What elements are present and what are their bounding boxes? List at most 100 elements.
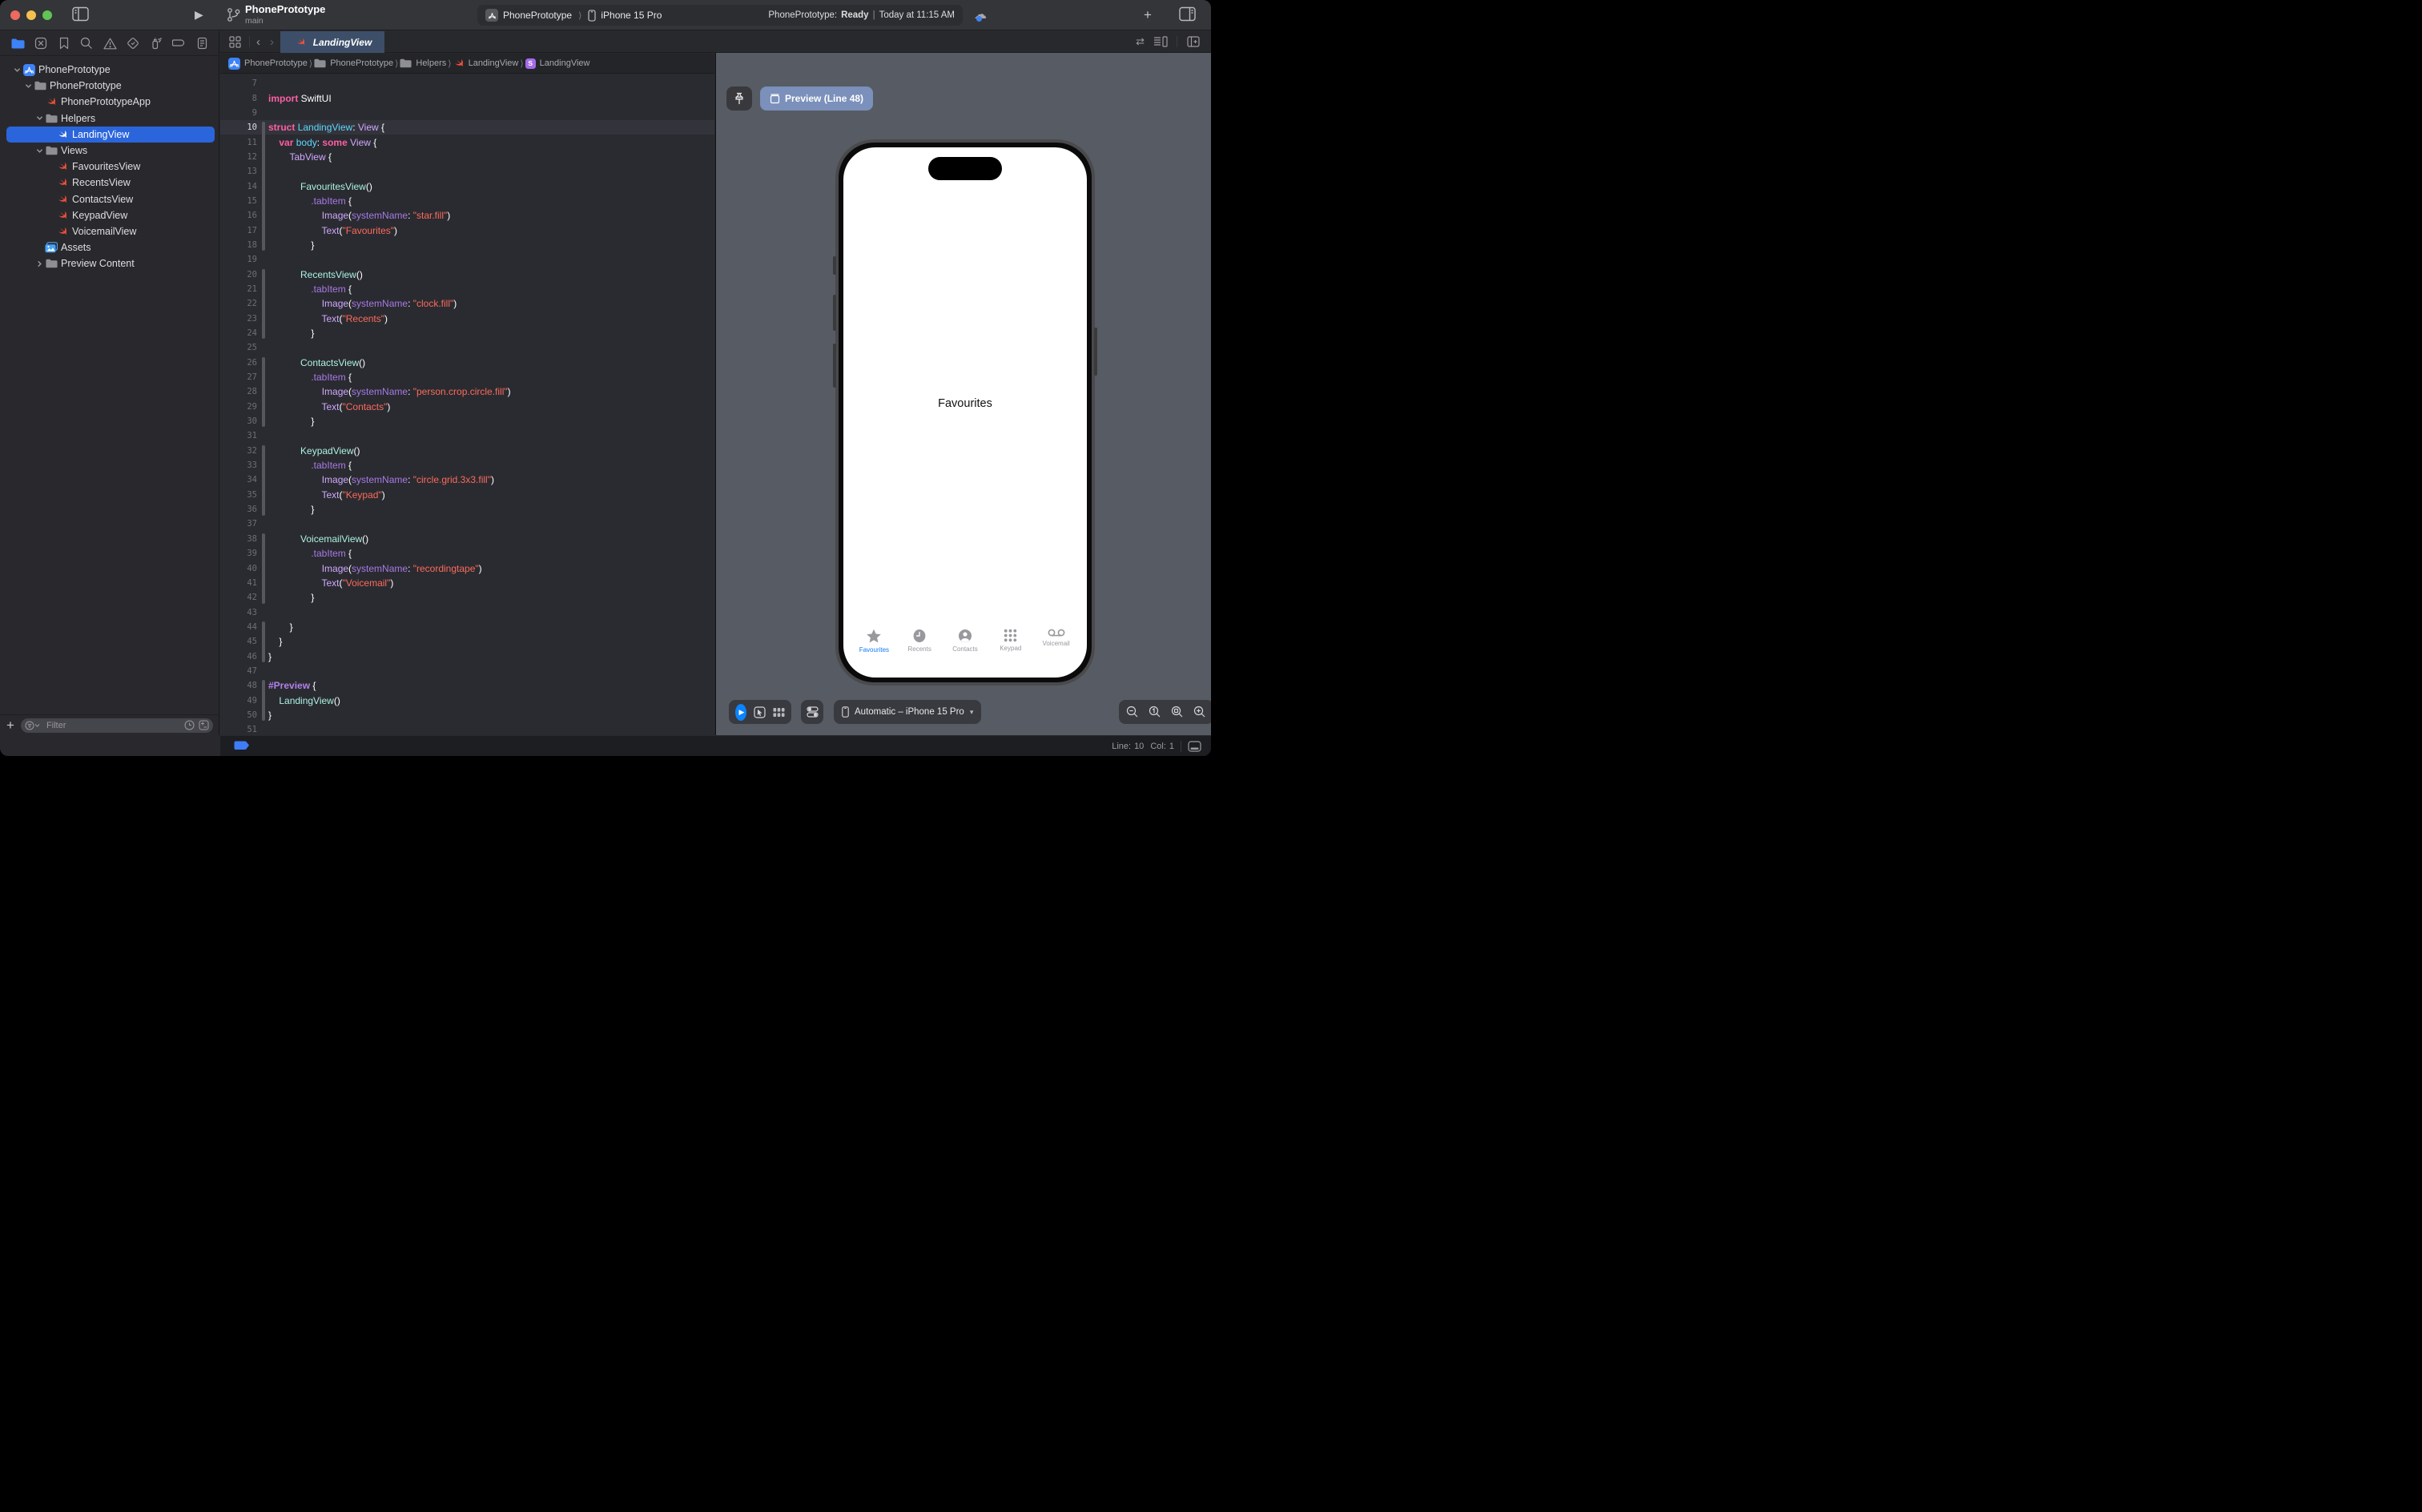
line-number: 48 [247,681,257,691]
run-button[interactable]: ▶ [195,8,203,22]
sidebar-item-label: Preview Content [61,258,135,270]
phone-tab-voicemail[interactable]: Voicemail [1034,629,1079,653]
recent-files-icon[interactable] [184,720,195,730]
swap-editor-icon[interactable]: ⇄ [1136,35,1145,48]
sidebar-item-label: FavouritesView [72,161,141,173]
preview-jump-button[interactable]: Preview (Line 48) [760,86,874,111]
sidebar-item-recentsview[interactable]: RecentsView [0,175,219,191]
sidebar-item-preview-content[interactable]: Preview Content [0,255,219,271]
breadcrumb-label: LandingView [468,58,519,68]
breadcrumb-phoneprototype[interactable]: PhonePrototype [314,58,393,68]
chevron-down-icon[interactable] [22,82,34,90]
phone-tab-keypad[interactable]: Keypad [988,629,1033,653]
add-tab-button[interactable]: + [1144,7,1152,23]
related-items-icon[interactable] [227,34,243,50]
capsule-icon[interactable] [171,36,186,50]
filter-field[interactable]: Filter [20,718,213,733]
code-line: 32 KeypadView() [220,444,714,458]
code-line: 31 [220,428,714,443]
sidebar-item-assets[interactable]: Assets [0,239,219,255]
sidebar-item-favouritesview[interactable]: FavouritesView [0,159,219,175]
phone-tab-contacts[interactable]: Contacts [943,629,988,653]
breadcrumb-landingview[interactable]: S LandingView [525,58,589,69]
spray-icon[interactable] [149,36,163,50]
minimize-window-button[interactable] [26,10,36,20]
zoom-in-icon[interactable] [1193,706,1206,718]
add-file-button[interactable]: + [6,718,14,732]
sidebar-item-views[interactable]: Views [0,143,219,159]
code-text: } [268,416,315,428]
code-line: 11 var body: some View { [220,135,714,149]
check-diamond-icon[interactable] [126,36,140,50]
activity-view[interactable]: PhonePrototype: Ready | Today at 11:15 A… [768,10,955,20]
chevron-down-icon[interactable] [11,66,22,74]
xcode-window: ▶ PhonePrototype main PhonePrototype ⟩ i… [0,0,1211,756]
volume-up-button [833,295,836,331]
zoom-fit-icon[interactable] [1171,706,1184,718]
zoom-actual-icon[interactable] [1149,706,1161,718]
sidebar-item-contactsview[interactable]: ContactsView [0,191,219,207]
report-icon[interactable] [195,36,209,50]
bottom-bar-toggle-icon[interactable] [1188,740,1201,752]
x-square-icon[interactable] [34,36,48,50]
variants-mode-icon[interactable] [773,707,785,718]
sidebar-item-label: Views [61,145,88,157]
selectable-mode-icon[interactable] [754,706,766,718]
sidebar-item-landingview[interactable]: LandingView [0,126,219,143]
phone-tab-favourites[interactable]: Favourites [851,629,896,653]
sidebar-item-helpers[interactable]: Helpers [0,111,219,127]
folder-icon [45,259,58,268]
source-control-change-bar [262,621,265,662]
line-number: 33 [247,460,257,471]
close-window-button[interactable] [10,10,20,20]
code-line: 45 } [220,634,714,649]
jump-bar: PhonePrototype ⟩ PhonePrototype ⟩ Helpers ⟩ La… [220,54,714,74]
phone-tab-recents[interactable]: Recents [897,629,942,653]
toggle-inspector-icon[interactable] [1179,6,1196,22]
sbadge-icon: S [525,58,536,69]
preview-device-picker[interactable]: Automatic – iPhone 15 Pro ▾ [834,700,982,724]
breadcrumb-helpers[interactable]: Helpers [400,58,446,68]
folder-icon[interactable] [10,36,25,50]
status-project: PhonePrototype: [768,10,838,20]
chevron-down-icon[interactable] [34,147,45,155]
breadcrumb-phoneprototype[interactable]: PhonePrototype [228,57,308,70]
zoom-out-icon[interactable] [1126,706,1139,718]
line-number: 50 [247,710,257,720]
breakpoints-toggle-icon[interactable] [234,741,250,751]
source-editor[interactable]: 7 8 import SwiftUI 9 10 struct LandingView: V… [220,74,714,735]
go-forward-icon[interactable]: › [270,35,274,49]
chevron-down-icon[interactable] [34,115,45,122]
line-number: 25 [247,343,257,353]
pin-preview-button[interactable] [726,86,752,111]
live-preview-button[interactable]: ▶ [735,703,746,721]
preview-canvas: Preview (Line 48) Favourites Favourites R… [715,53,1211,735]
tab-landingview[interactable]: LandingView [280,31,384,53]
warning-icon[interactable] [103,36,117,50]
zoom-window-button[interactable] [42,10,52,20]
breadcrumb-landingview[interactable]: LandingView [453,58,519,69]
sidebar-item-phoneprototype[interactable]: PhonePrototype [0,78,219,94]
line-number: 47 [247,666,257,676]
minimap-options-icon[interactable] [1153,34,1169,50]
navigator-tab-bar [0,31,219,56]
breadcrumb-separator: ⟩ [448,58,452,69]
device-settings-button[interactable] [801,700,823,724]
chevron-right-icon[interactable] [34,260,45,267]
project-title: PhonePrototype [245,3,326,15]
code-text: } [268,504,315,516]
phone-tab-label: Favourites [859,646,890,653]
code-line: 29 Text("Contacts") [220,400,714,414]
search-icon[interactable] [79,36,94,50]
toggle-navigator-icon[interactable] [72,6,89,22]
sidebar-item-phoneprototype[interactable]: PhonePrototype [0,62,219,78]
go-back-icon[interactable]: ‹ [256,35,260,49]
add-editor-icon[interactable] [1185,34,1201,50]
sidebar-item-keypadview[interactable]: KeypadView [0,207,219,223]
source-control-filter-icon[interactable] [199,720,209,730]
sidebar-item-phoneprototypeapp[interactable]: PhonePrototypeApp [0,94,219,110]
sidebar-item-voicemailview[interactable]: VoicemailView [0,223,219,239]
code-line: 27 .tabItem { [220,370,714,384]
bookmark-icon[interactable] [57,36,71,50]
scheme-selector[interactable]: PhonePrototype ⟩ iPhone 15 Pro [485,9,662,22]
